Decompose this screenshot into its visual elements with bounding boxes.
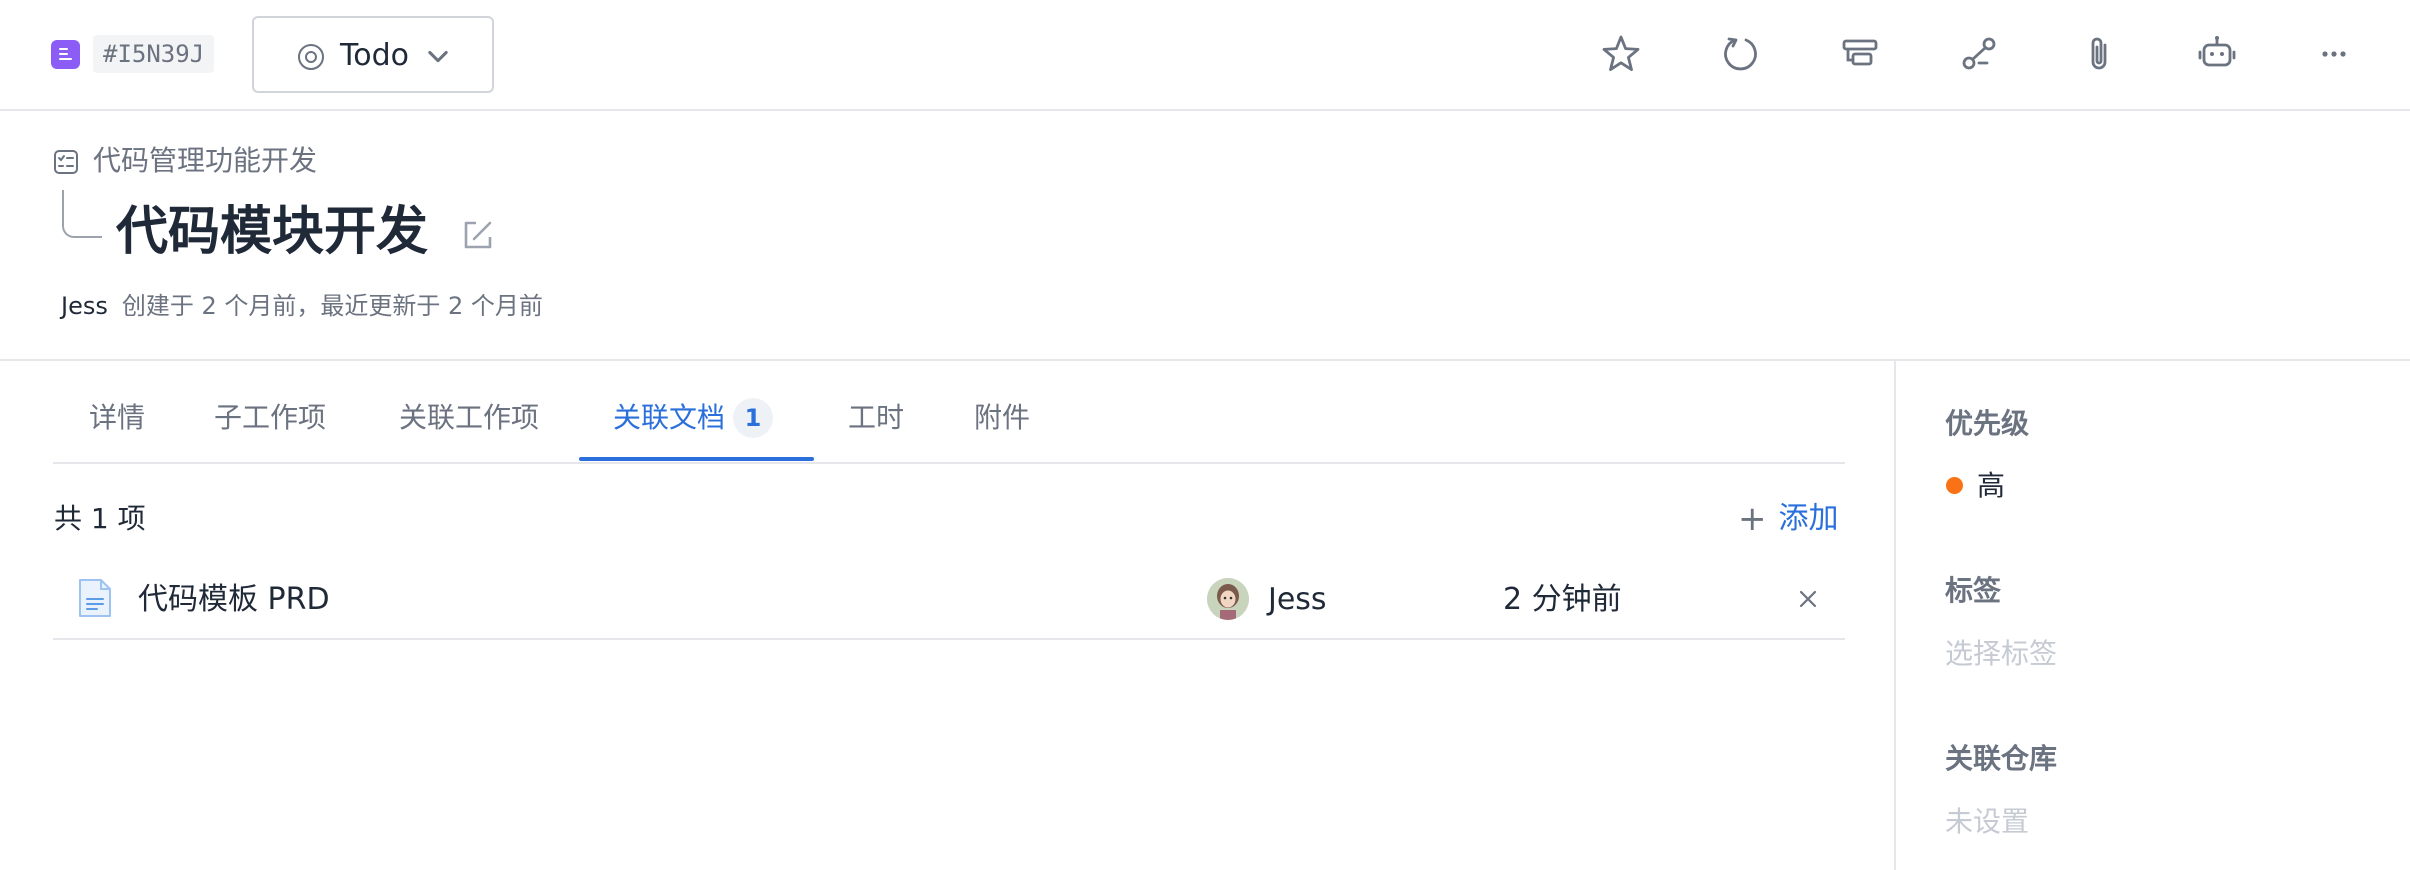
tab-sub-work-items[interactable]: 子工作项 [214, 398, 326, 438]
chevron-down-icon [424, 42, 452, 74]
tab-details[interactable]: 详情 [89, 398, 145, 438]
tab-label: 关联文档 [613, 401, 726, 434]
attachment-icon[interactable] [2075, 30, 2123, 78]
edit-title-icon[interactable] [461, 218, 495, 252]
add-label: 添加 [1778, 501, 1839, 536]
parent-work-item-link[interactable]: 代码管理功能开发 [93, 143, 317, 179]
add-doc-button[interactable]: + 添加 [1738, 499, 1839, 539]
tab-linked-work-items[interactable]: 关联工作项 [399, 398, 539, 438]
tags-label: 标签 [1945, 574, 2002, 607]
tags-select[interactable]: 选择标签 [1945, 634, 2057, 674]
priority-value[interactable]: 高 [1977, 466, 2005, 506]
more-icon[interactable] [2310, 30, 2358, 78]
doc-name-link[interactable]: 代码模板 PRD [138, 580, 330, 620]
priority-label: 优先级 [1945, 407, 2030, 440]
created-meta: Jess 创建于 2 个月前，最近更新于 2 个月前 [61, 289, 543, 323]
top-bar: #I5N39J Todo [0, 0, 2410, 111]
robot-icon[interactable] [2193, 30, 2241, 78]
tab-linked-docs[interactable]: 关联文档 1 [613, 398, 774, 438]
parent-task-icon [53, 149, 79, 175]
plus-icon: + [1738, 499, 1767, 539]
tabs-divider [53, 462, 1845, 464]
active-tab-indicator [579, 457, 814, 461]
todo-status-icon [298, 44, 324, 70]
avatar [1207, 578, 1249, 620]
star-icon[interactable] [1597, 30, 1645, 78]
close-icon[interactable] [1796, 587, 1820, 611]
workflow-icon[interactable] [1955, 30, 2003, 78]
status-label: Todo [340, 38, 409, 73]
requirement-type-icon [51, 40, 80, 69]
sidebar-divider [1894, 361, 1896, 870]
tab-count-badge: 1 [733, 398, 774, 438]
refresh-icon[interactable] [1716, 30, 1764, 78]
doc-author: Jess [1268, 582, 1327, 617]
creator-name[interactable]: Jess [61, 292, 108, 320]
total-count: 共 1 项 [54, 502, 146, 535]
repo-label: 关联仓库 [1945, 742, 2058, 775]
table-row[interactable]: 代码模板 PRD Jess 2 分钟前 [53, 566, 1845, 640]
doc-updated-time: 2 分钟前 [1503, 582, 1622, 617]
meta-text: 创建于 2 个月前，最近更新于 2 个月前 [121, 292, 543, 320]
repo-select[interactable]: 未设置 [1945, 802, 2029, 842]
hierarchy-connector [62, 190, 102, 238]
priority-indicator [1946, 477, 1963, 494]
tab-attachments[interactable]: 附件 [974, 398, 1030, 438]
header-divider [0, 359, 2410, 361]
document-icon [78, 578, 112, 618]
tab-work-hours[interactable]: 工时 [848, 398, 904, 438]
layout-icon[interactable] [1836, 30, 1884, 78]
page-title: 代码模块开发 [116, 202, 429, 262]
issue-id-badge[interactable]: #I5N39J [93, 35, 215, 73]
status-dropdown[interactable]: Todo [252, 16, 494, 93]
